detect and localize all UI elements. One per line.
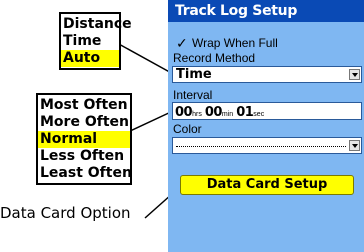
checkmark-icon[interactable]: ✓ (176, 36, 190, 50)
option-normal: Normal (38, 131, 130, 148)
record-method-select[interactable]: Time (172, 66, 362, 83)
interval-seconds[interactable]: 01 (236, 105, 254, 120)
track-log-setup-screen: Track Log Setup ✓ Wrap When Full Record … (168, 0, 364, 252)
interval-connector-line (127, 110, 174, 133)
page-title: Track Log Setup (175, 3, 298, 19)
record-method-value: Time (176, 67, 212, 82)
interval-hours-unit: hrs (192, 111, 202, 118)
interval-minutes[interactable]: 00 (205, 105, 223, 120)
record-method-options-callout: Distance Time Auto (59, 12, 132, 70)
option-less-often: Less Often (40, 148, 125, 164)
data-card-setup-button[interactable]: Data Card Setup (180, 175, 354, 195)
interval-options-callout: Most Often More Often Normal Less Often … (36, 93, 132, 185)
interval-seconds-unit: sec (253, 111, 265, 118)
option-distance: Distance (63, 16, 132, 32)
data-card-option-caption: Data Card Option (0, 204, 131, 222)
dropdown-arrow-icon[interactable] (349, 140, 360, 151)
interval-hours[interactable]: 00 (175, 105, 193, 120)
color-label: Color (173, 122, 202, 136)
color-select[interactable] (172, 137, 362, 154)
interval-label: Interval (173, 88, 213, 102)
record-method-connector-line (116, 42, 176, 76)
interval-minutes-unit: min (221, 111, 234, 118)
wrap-when-full-label: Wrap When Full (192, 36, 278, 50)
option-more-often: More Often (40, 114, 129, 130)
option-time: Time (63, 33, 102, 49)
record-method-label: Record Method (173, 51, 256, 65)
option-most-often: Most Often (40, 97, 128, 113)
title-bar: Track Log Setup (168, 0, 364, 22)
interval-field[interactable]: 00hrs 00min 01sec (172, 102, 362, 120)
dropdown-arrow-icon[interactable] (349, 69, 360, 80)
option-auto: Auto (61, 50, 119, 67)
color-swatch-placeholder (176, 146, 346, 147)
option-least-often: Least Often (40, 165, 132, 181)
